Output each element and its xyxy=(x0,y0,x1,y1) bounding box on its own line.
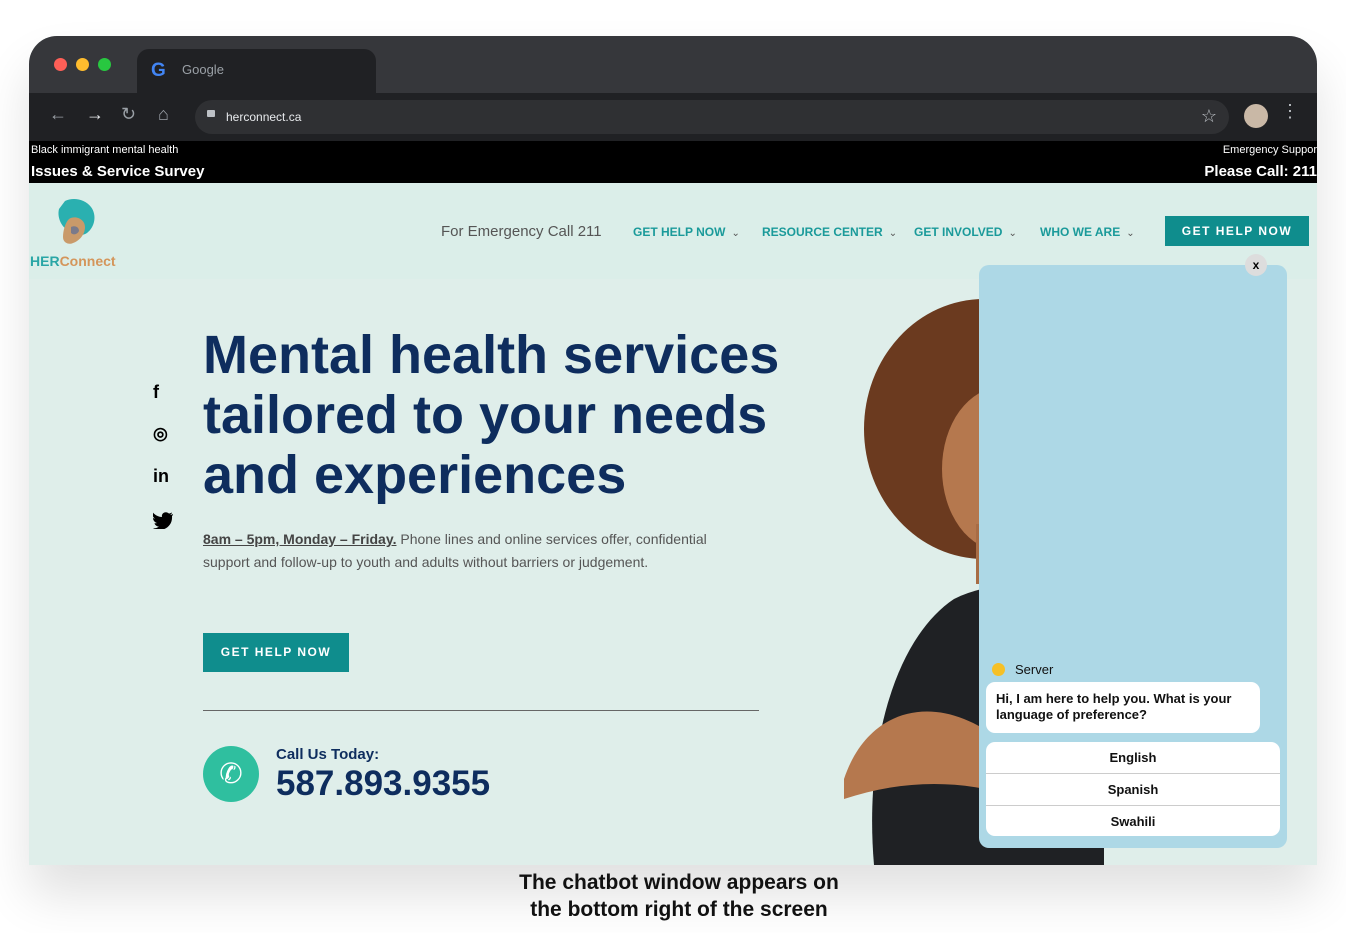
nav-who-we-are[interactable]: WHO WE ARE ⌄ xyxy=(1040,225,1135,239)
option-swahili[interactable]: Swahili xyxy=(986,806,1280,836)
home-icon[interactable]: ⌂ xyxy=(158,104,169,125)
hero-description: 8am – 5pm, Monday – Friday. Phone lines … xyxy=(203,531,707,570)
nav-resource-center[interactable]: RESOURCE CENTER ⌄ xyxy=(762,225,897,239)
phone-number[interactable]: 587.893.9355 xyxy=(276,764,490,804)
chatbot-window: x Server Hi, I am here to help you. What… xyxy=(979,254,1287,848)
chevron-down-icon: ⌄ xyxy=(1126,228,1135,239)
emergency-kicker: Emergency Suppor xyxy=(1222,144,1317,156)
browser-menu-icon[interactable]: ⋮ xyxy=(1281,101,1299,122)
option-spanish[interactable]: Spanish xyxy=(986,774,1280,806)
language-options: English Spanish Swahili xyxy=(986,742,1280,836)
facebook-icon[interactable]: f xyxy=(153,382,159,403)
back-icon[interactable]: ← xyxy=(49,104,67,125)
chat-close-button[interactable]: x xyxy=(1245,254,1267,276)
bookmark-star-icon[interactable]: ☆ xyxy=(1201,106,1217,127)
hero-get-help-button[interactable]: GET HELP NOW xyxy=(203,633,349,672)
profile-avatar[interactable] xyxy=(1244,104,1268,128)
chevron-down-icon: ⌄ xyxy=(731,228,740,239)
linkedin-icon[interactable]: in xyxy=(153,466,169,487)
service-hours[interactable]: 8am – 5pm, Monday – Friday. xyxy=(203,531,396,547)
instagram-icon[interactable]: ◎ xyxy=(153,424,168,444)
browser-window: G Google ← → ↻ ⌂ herconnect.ca ☆ ⋮ Black… xyxy=(29,36,1317,865)
browser-toolbar: ← → ↻ ⌂ herconnect.ca ☆ ⋮ xyxy=(29,93,1317,141)
nav-get-help-now[interactable]: GET HELP NOW ⌄ xyxy=(633,225,740,239)
close-window-button[interactable] xyxy=(54,58,67,71)
divider xyxy=(203,710,759,711)
chat-sender: Server xyxy=(992,662,1053,677)
screenshot-caption: The chatbot window appears on the bottom… xyxy=(519,871,839,921)
chevron-down-icon: ⌄ xyxy=(1008,228,1017,239)
emergency-phone[interactable]: Please Call: 211 xyxy=(1204,163,1317,180)
minimize-window-button[interactable] xyxy=(76,58,89,71)
url-text: herconnect.ca xyxy=(226,110,302,124)
chat-message: Hi, I am here to help you. What is your … xyxy=(986,682,1260,733)
reload-icon[interactable]: ↻ xyxy=(121,104,136,125)
hero-headline: Mental health services tailored to your … xyxy=(203,325,780,505)
option-english[interactable]: English xyxy=(986,742,1280,774)
lock-icon xyxy=(207,110,215,117)
herconnect-logo-icon[interactable] xyxy=(51,197,99,249)
address-bar[interactable]: herconnect.ca ☆ xyxy=(195,100,1229,134)
tab-bar: G Google xyxy=(29,36,1317,93)
header-get-help-button[interactable]: GET HELP NOW xyxy=(1165,216,1309,246)
top-banner: Black immigrant mental health Issues & S… xyxy=(29,141,1317,183)
smiley-icon xyxy=(992,663,1005,676)
logo-wordmark[interactable]: HERConnect xyxy=(30,253,116,269)
twitter-icon[interactable] xyxy=(153,512,173,529)
survey-kicker: Black immigrant mental health xyxy=(31,144,179,156)
phone-icon[interactable]: ✆ xyxy=(203,746,259,802)
tab-title: Google xyxy=(182,62,224,77)
google-icon: G xyxy=(151,60,166,81)
call-us-label: Call Us Today: xyxy=(276,746,380,763)
survey-link[interactable]: Issues & Service Survey xyxy=(31,163,204,180)
emergency-call-text: For Emergency Call 211 xyxy=(441,223,602,240)
browser-tab[interactable]: G Google xyxy=(137,49,376,93)
chevron-down-icon: ⌄ xyxy=(888,228,898,239)
forward-icon[interactable]: → xyxy=(86,104,104,125)
maximize-window-button[interactable] xyxy=(98,58,111,71)
nav-get-involved[interactable]: GET INVOLVED ⌄ xyxy=(914,225,1017,239)
